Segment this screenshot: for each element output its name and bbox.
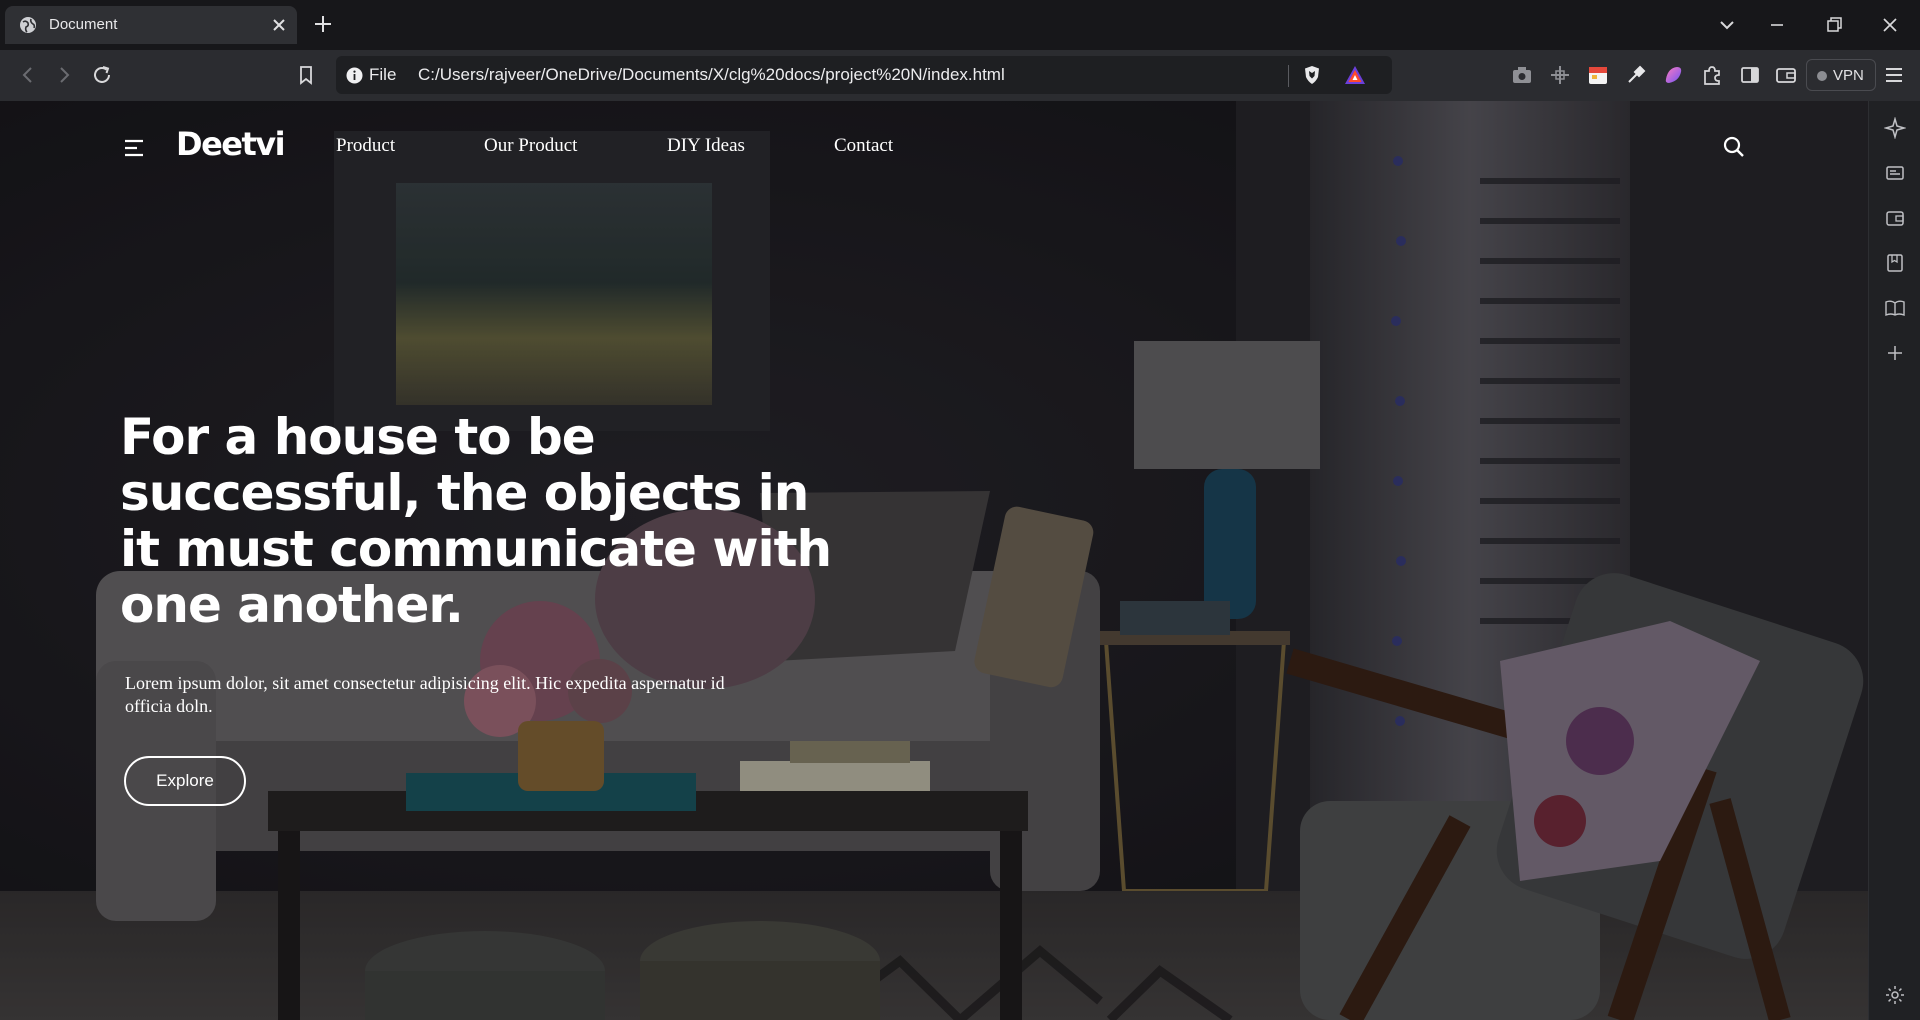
brave-shields-icon[interactable] (1302, 65, 1322, 85)
tab-strip: Document (0, 0, 1920, 50)
hero-subtext: Lorem ipsum dolor, sit amet consectetur … (125, 673, 725, 716)
tab-title: Document (49, 16, 118, 33)
page-viewport: Deetvi Product Our Product DIY Ideas Con… (0, 101, 1868, 1020)
hero-headline: For a house to be successful, the object… (120, 408, 832, 634)
url-scheme-label: File (369, 65, 397, 84)
close-tab-icon[interactable] (269, 15, 289, 35)
dropper-icon[interactable] (1624, 63, 1648, 87)
side-panel (1868, 101, 1920, 1020)
nav-link-diy-ideas[interactable]: DIY Ideas (667, 135, 745, 157)
vpn-label: VPN (1833, 67, 1864, 84)
search-icon[interactable] (1722, 135, 1746, 159)
puzzle-icon[interactable] (1700, 63, 1724, 87)
settings-icon[interactable] (1884, 984, 1906, 1006)
url-text[interactable]: C:/Users/rajveer/OneDrive/Documents/X/cl… (418, 65, 1005, 85)
vpn-button[interactable]: VPN (1806, 59, 1876, 91)
bookmarks-icon[interactable] (1884, 252, 1906, 274)
info-icon[interactable] (346, 67, 363, 84)
crosshair-icon[interactable] (1548, 63, 1572, 87)
sidebar-icon[interactable] (1738, 63, 1762, 87)
new-tab-icon[interactable] (312, 13, 334, 35)
site-header: Deetvi Product Our Product DIY Ideas Con… (0, 101, 1868, 191)
nav-link-product[interactable]: Product (336, 135, 395, 157)
tab-search-chevron-icon[interactable] (1714, 12, 1740, 38)
camera-icon[interactable] (1510, 63, 1534, 87)
close-window-icon[interactable] (1877, 12, 1903, 38)
site-logo[interactable]: Deetvi (176, 125, 286, 163)
bookmark-icon[interactable] (294, 63, 318, 87)
reading-list-icon[interactable] (1884, 297, 1906, 319)
reload-icon[interactable] (90, 63, 114, 87)
minimize-icon[interactable] (1764, 12, 1790, 38)
calendar-icon[interactable] (1586, 63, 1610, 87)
site-menu-icon[interactable] (124, 139, 144, 157)
back-icon[interactable] (16, 63, 40, 87)
restore-icon[interactable] (1821, 12, 1847, 38)
wallet-icon[interactable] (1774, 63, 1798, 87)
leo-star-icon[interactable] (1884, 117, 1906, 139)
address-bar[interactable]: File C:/Users/rajveer/OneDrive/Documents… (336, 56, 1392, 94)
url-divider (1288, 65, 1289, 87)
wallet-panel-icon[interactable] (1884, 207, 1906, 229)
leo-icon[interactable] (1662, 63, 1686, 87)
browser-toolbar: File C:/Users/rajveer/OneDrive/Documents… (0, 50, 1920, 101)
forward-icon[interactable] (52, 63, 76, 87)
vpn-status-icon (1817, 71, 1827, 81)
hamburger-menu-icon[interactable] (1882, 63, 1906, 87)
add-panel-icon[interactable] (1884, 342, 1906, 364)
nav-link-contact[interactable]: Contact (834, 135, 893, 157)
nav-link-our-product[interactable]: Our Product (484, 135, 577, 157)
browser-tab[interactable]: Document (5, 6, 297, 44)
explore-button[interactable]: Explore (124, 756, 246, 806)
brave-rewards-icon[interactable] (1344, 65, 1366, 85)
globe-icon (20, 17, 36, 33)
news-icon[interactable] (1884, 162, 1906, 184)
